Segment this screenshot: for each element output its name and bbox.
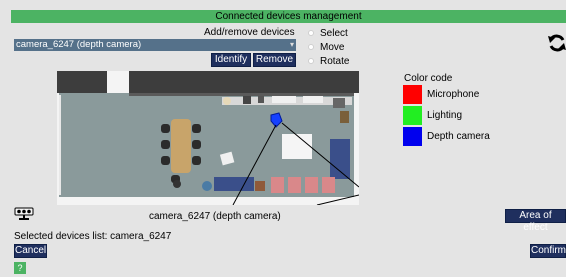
device-select-value: camera_6247 (depth camera): [16, 39, 142, 50]
confirm-button[interactable]: Confirm: [530, 244, 566, 258]
microphone-swatch: [403, 85, 422, 104]
depth-camera-swatch: [403, 127, 422, 146]
radio-dot-icon: [308, 58, 314, 65]
radio-dot-icon: [308, 44, 314, 51]
selected-devices-list: Selected devices list: camera_6247: [14, 231, 172, 242]
legend-label: Depth camera: [427, 131, 490, 142]
mode-radio-group: Select Move Rotate: [308, 27, 349, 69]
mode-move-radio[interactable]: Move: [308, 41, 349, 55]
mode-select-radio[interactable]: Select: [308, 27, 349, 41]
legend-label: Lighting: [427, 110, 463, 121]
mode-rotate-label: Rotate: [320, 56, 350, 67]
remove-button[interactable]: Remove: [253, 53, 296, 67]
floor-plan-map[interactable]: [57, 71, 359, 205]
lighting-swatch: [403, 106, 422, 125]
legend-label: Microphone: [427, 89, 480, 100]
color-code-title: Color code: [404, 73, 453, 84]
chevron-down-icon: ▾: [289, 40, 294, 49]
device-select[interactable]: camera_6247 (depth camera) ▾: [14, 39, 296, 51]
device-name-label: camera_6247 (depth camera): [149, 211, 281, 222]
cancel-button[interactable]: Cancel: [14, 244, 47, 258]
radio-dot-icon: [308, 30, 314, 37]
area-of-effect-button[interactable]: Area of effect: [505, 209, 566, 233]
mode-select-label: Select: [320, 28, 348, 39]
help-button[interactable]: ?: [14, 262, 26, 274]
mode-move-label: Move: [320, 42, 345, 53]
mode-rotate-radio[interactable]: Rotate: [308, 55, 349, 69]
add-remove-label: Add/remove devices: [204, 27, 295, 38]
identify-button[interactable]: Identify: [211, 53, 251, 67]
window-title: Connected devices management: [11, 10, 566, 23]
depth-camera-icon: [14, 207, 34, 221]
refresh-icon[interactable]: [547, 33, 566, 53]
